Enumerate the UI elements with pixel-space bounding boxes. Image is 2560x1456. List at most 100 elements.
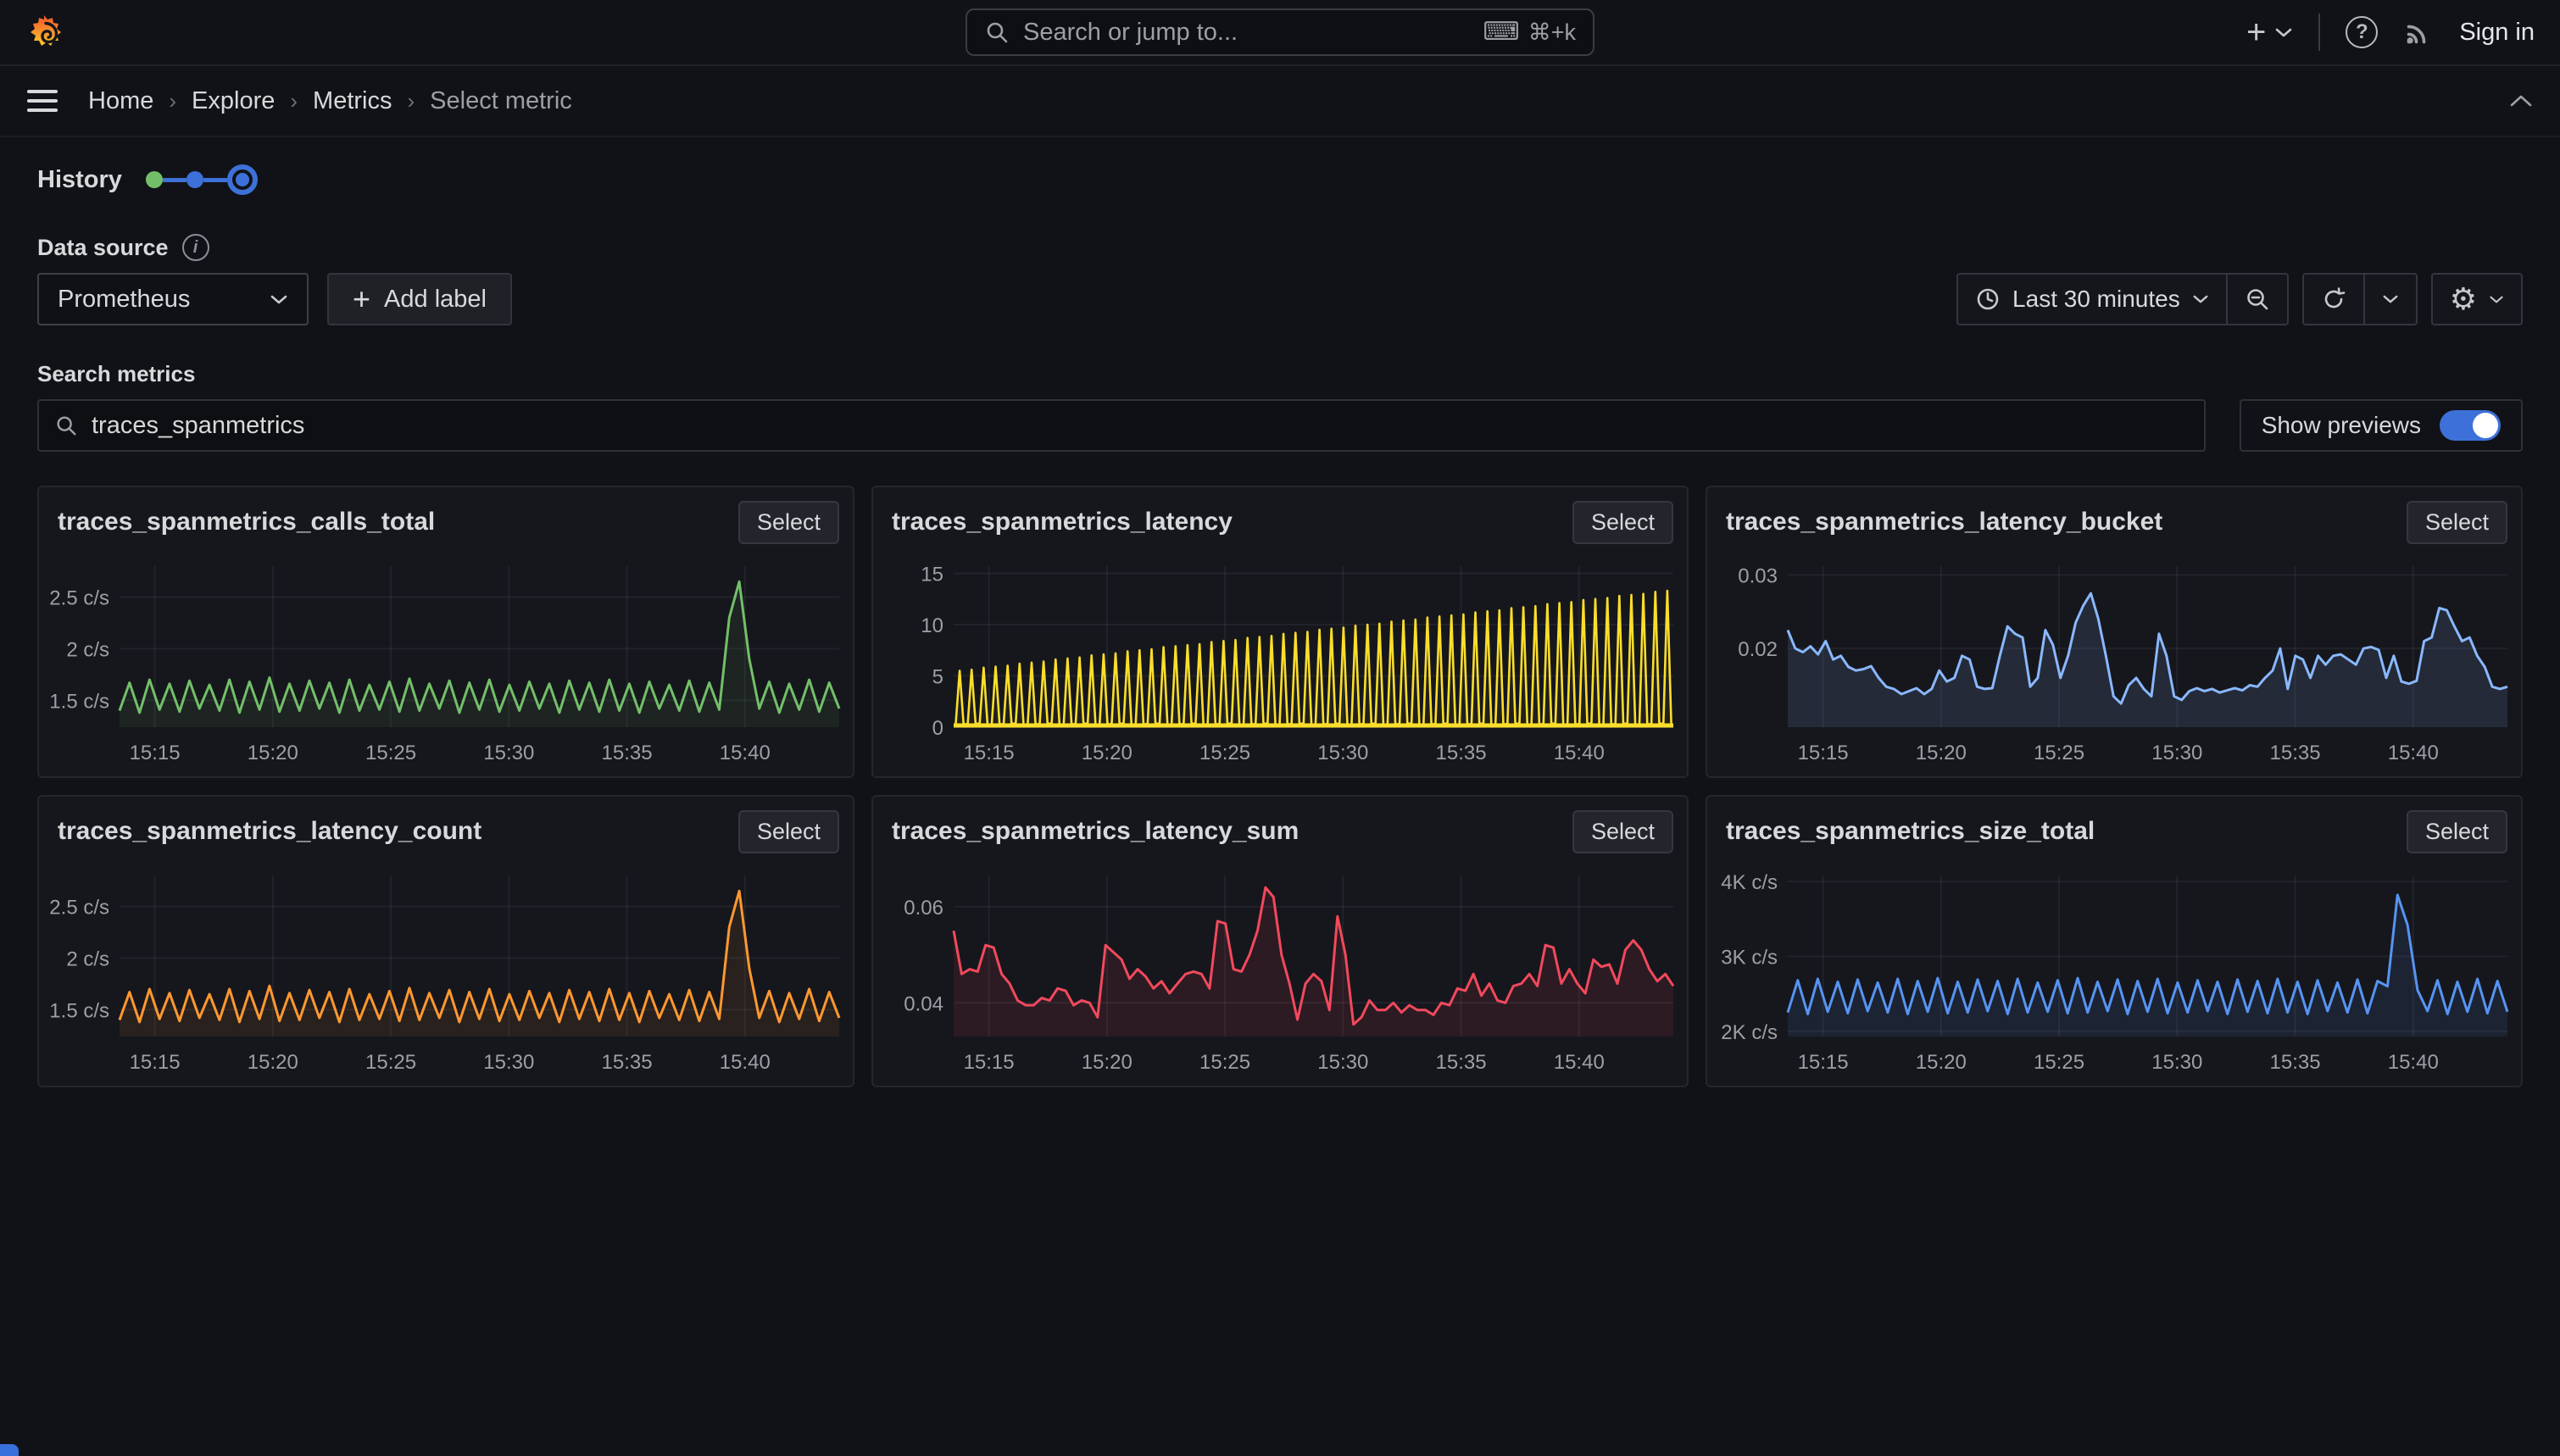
breadcrumb-metrics[interactable]: Metrics [313, 87, 392, 115]
svg-text:15:25: 15:25 [2034, 742, 2084, 764]
search-metrics-field[interactable] [37, 399, 2206, 452]
history-step-current-icon[interactable] [227, 164, 258, 195]
metric-panel: traces_spanmetrics_size_totalSelect2K c/… [1706, 795, 2523, 1087]
select-metric-button[interactable]: Select [738, 810, 839, 853]
new-menu-button[interactable]: + [2246, 15, 2293, 49]
svg-text:15:15: 15:15 [130, 742, 181, 764]
info-icon[interactable]: i [182, 234, 209, 261]
svg-text:1.5 c/s: 1.5 c/s [49, 690, 109, 713]
metric-panel: traces_spanmetrics_latency_bucket Select 0… [1706, 486, 2523, 778]
refresh-interval-dropdown[interactable] [2363, 275, 2416, 324]
svg-text:15:35: 15:35 [602, 1051, 653, 1074]
settings-button[interactable]: ⚙ [2433, 275, 2521, 324]
svg-text:10: 10 [921, 614, 943, 637]
breadcrumb-home[interactable]: Home [88, 87, 153, 115]
svg-text:2 c/s: 2 c/s [66, 948, 109, 970]
svg-text:15:25: 15:25 [1199, 1051, 1250, 1074]
add-label-text: Add label [384, 286, 487, 314]
svg-text:15:15: 15:15 [964, 1051, 1015, 1074]
select-metric-button[interactable]: Select [2407, 810, 2507, 853]
svg-text:15:20: 15:20 [248, 742, 298, 764]
keyboard-icon: ⌨ [1483, 19, 1519, 45]
search-metrics-input[interactable] [92, 412, 2189, 440]
select-metric-button[interactable]: Select [1572, 501, 1673, 544]
svg-text:15:35: 15:35 [2270, 742, 2321, 764]
time-range-picker[interactable]: Last 30 minutes [1958, 275, 2226, 324]
svg-text:15:40: 15:40 [2388, 1051, 2439, 1074]
sign-in-button[interactable]: Sign in [2459, 19, 2535, 47]
datasource-label: Data source [37, 235, 169, 261]
shortcut-label: ⌘+k [1528, 19, 1576, 46]
plus-icon: + [353, 284, 370, 314]
settings-group: ⚙ [2431, 273, 2523, 325]
time-range-group: Last 30 minutes [1956, 273, 2289, 325]
history-row: History [37, 164, 2523, 195]
zoom-out-button[interactable] [2226, 275, 2287, 324]
gear-icon: ⚙ [2450, 284, 2477, 314]
svg-text:15:20: 15:20 [1082, 1051, 1133, 1074]
chevron-down-icon [2489, 295, 2504, 304]
svg-text:15: 15 [921, 563, 943, 586]
svg-text:1.5 c/s: 1.5 c/s [49, 999, 109, 1022]
history-step-start-icon[interactable] [146, 171, 163, 188]
metric-panel: traces_spanmetrics_latencySelect05101515… [871, 486, 1689, 778]
svg-text:15:35: 15:35 [1436, 742, 1487, 764]
svg-text:2.5 c/s: 2.5 c/s [49, 897, 109, 920]
metric-panel-title: traces_spanmetrics_latency_bucket [1726, 501, 2162, 536]
plus-icon: + [2246, 15, 2266, 49]
breadcrumb-separator: › [407, 88, 415, 114]
search-row: Show previews [37, 399, 2523, 452]
collapse-controls-button[interactable] [2509, 94, 2533, 108]
metric-panel-title: traces_spanmetrics_latency_count [58, 810, 481, 846]
select-metric-button[interactable]: Select [2407, 501, 2507, 544]
metric-panel: traces_spanmetrics_calls_totalSelect1.5 … [37, 486, 854, 778]
select-metric-button[interactable]: Select [1572, 810, 1673, 853]
svg-text:15:15: 15:15 [964, 742, 1015, 764]
global-search-box[interactable]: Search or jump to... ⌨ ⌘+k [966, 8, 1594, 56]
svg-text:2 c/s: 2 c/s [66, 638, 109, 661]
breadcrumb-current: Select metric [430, 87, 572, 115]
grafana-logo[interactable] [25, 12, 66, 53]
breadcrumb-separator: › [169, 88, 176, 114]
show-previews-toggle[interactable] [2440, 410, 2501, 441]
chevron-down-icon [2382, 294, 2399, 304]
svg-text:15:15: 15:15 [1798, 742, 1849, 764]
history-step-icon[interactable] [186, 171, 203, 188]
show-previews-control: Show previews [2240, 399, 2523, 452]
metric-chart: 0.040.0615:1515:2015:2515:3015:3515:40 [873, 853, 1687, 1084]
svg-text:15:30: 15:30 [1317, 742, 1368, 764]
svg-text:15:40: 15:40 [1554, 1051, 1605, 1074]
svg-text:15:20: 15:20 [248, 1051, 298, 1074]
history-connector [203, 178, 227, 182]
datasource-value: Prometheus [58, 286, 190, 314]
svg-text:15:40: 15:40 [720, 1051, 771, 1074]
refresh-icon [2321, 286, 2346, 312]
news-rss-icon[interactable] [2403, 17, 2434, 47]
menu-toggle-button[interactable] [27, 90, 58, 112]
show-previews-label: Show previews [2262, 412, 2421, 439]
select-metric-button[interactable]: Select [738, 501, 839, 544]
corner-accent [0, 1444, 19, 1456]
breadcrumb: Home › Explore › Metrics › Select metric [88, 87, 572, 115]
datasource-picker[interactable]: Prometheus [37, 273, 309, 325]
chevron-down-icon [2274, 27, 2293, 38]
svg-text:15:40: 15:40 [1554, 742, 1605, 764]
svg-text:15:35: 15:35 [2270, 1051, 2321, 1074]
svg-text:15:15: 15:15 [130, 1051, 181, 1074]
svg-text:15:40: 15:40 [2388, 742, 2439, 764]
svg-text:15:30: 15:30 [2151, 1051, 2202, 1074]
help-button[interactable]: ? [2346, 16, 2378, 48]
metric-panel-title: traces_spanmetrics_latency [892, 501, 1233, 536]
add-label-button[interactable]: + Add label [327, 273, 512, 325]
svg-text:15:30: 15:30 [483, 742, 534, 764]
svg-text:2K c/s: 2K c/s [1721, 1021, 1778, 1044]
svg-text:0.03: 0.03 [1738, 564, 1778, 587]
history-label: History [37, 166, 122, 194]
refresh-button[interactable] [2304, 275, 2363, 324]
svg-text:15:20: 15:20 [1916, 1051, 1967, 1074]
svg-text:15:30: 15:30 [2151, 742, 2202, 764]
svg-text:15:35: 15:35 [602, 742, 653, 764]
breadcrumb-explore[interactable]: Explore [192, 87, 275, 115]
clock-icon [1975, 286, 2001, 312]
topbar-divider [2318, 14, 2320, 51]
